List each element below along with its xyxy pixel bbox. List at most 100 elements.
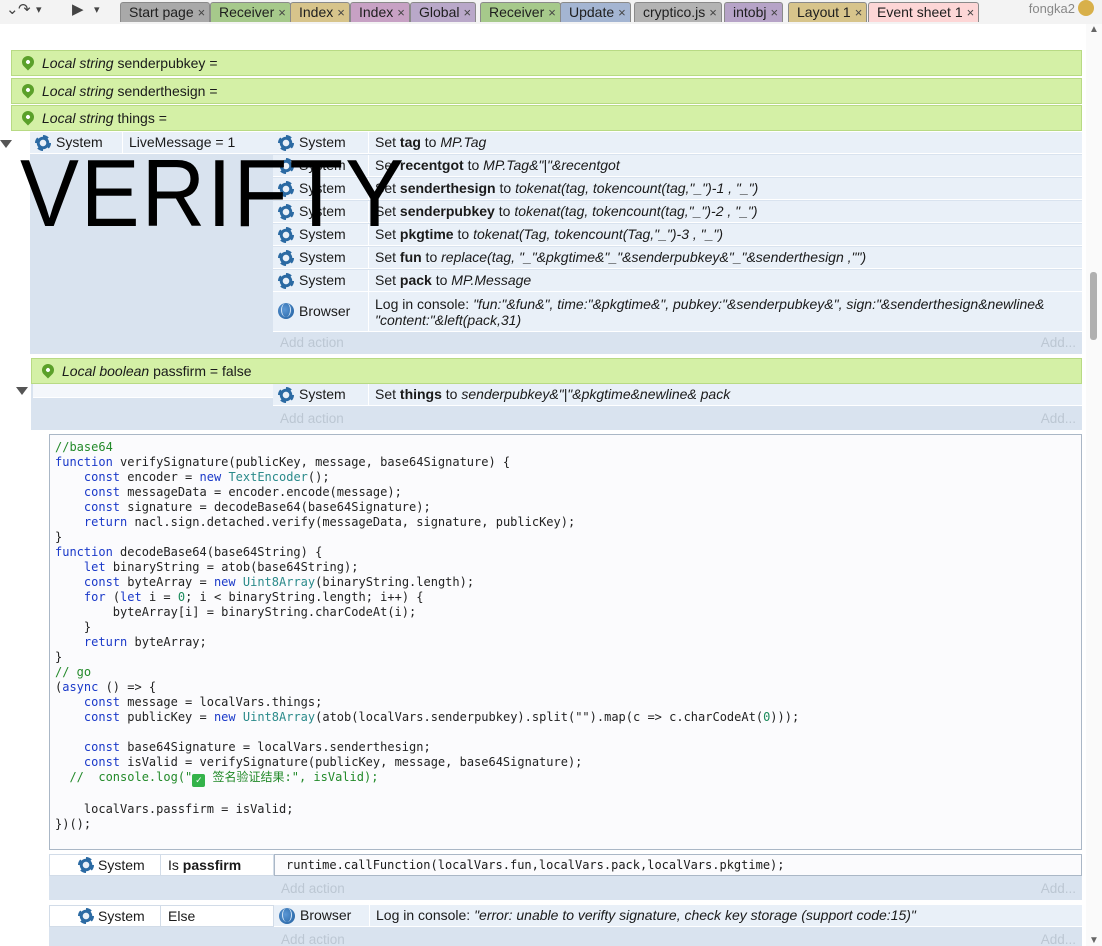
add-more-link[interactable]: Add... (1041, 929, 1076, 946)
event-3[interactable]: System Is passfirm runtime.callFunction(… (49, 854, 1082, 900)
user-account[interactable]: fongka2 (1029, 0, 1094, 20)
tab-10[interactable]: Event sheet 1 × (868, 2, 980, 22)
tab-1[interactable]: Receiver × (210, 2, 291, 22)
tab-2[interactable]: Index × (290, 2, 350, 22)
action-row-log[interactable]: Browser Log in console: "fun:"&fun&", ti… (273, 292, 1082, 332)
add-more-link[interactable]: Add... (1041, 332, 1076, 354)
action-expr-line1: "fun:"&fun&", time:"&pkgtime&", pubkey:"… (473, 296, 1045, 312)
var-value: = (158, 110, 167, 126)
scrollbar-thumb[interactable] (1090, 272, 1097, 340)
code-line: function decodeBase64(base64String) { (55, 545, 323, 559)
scroll-up-icon[interactable]: ▲ (1089, 24, 1099, 35)
script-action-row[interactable]: runtime.callFunction(localVars.fun,local… (274, 854, 1082, 876)
action-target: senderpubkey (399, 203, 495, 219)
tab-9[interactable]: Layout 1 × (788, 2, 868, 22)
preview-dropdown-icon[interactable]: ▾ (94, 0, 100, 22)
gear-icon (278, 387, 294, 403)
pin-icon (39, 361, 57, 379)
pin-icon (19, 81, 37, 99)
close-icon[interactable]: × (709, 5, 717, 20)
globe-icon (278, 303, 294, 319)
local-var-senderthesign[interactable]: Local string senderthesign = (11, 78, 1082, 104)
close-icon[interactable]: × (198, 5, 206, 20)
local-var-senderpubkey[interactable]: Local string senderpubkey = (11, 50, 1082, 76)
tab-6[interactable]: Update × (560, 2, 631, 22)
script-action-code[interactable]: runtime.callFunction(localVars.fun,local… (286, 855, 785, 875)
tab-label: Update (569, 4, 615, 20)
var-kind: Local string (42, 83, 114, 99)
close-icon[interactable]: × (278, 5, 286, 20)
event-sheet-editor: Local string senderpubkey = Local string… (0, 24, 1102, 946)
tab-label: Start page (129, 4, 194, 20)
tab-3[interactable]: Index × (350, 2, 410, 22)
pin-icon (19, 53, 37, 71)
action-object: System (273, 384, 367, 406)
add-action-button[interactable]: Add action Add... (273, 408, 1082, 430)
action-to: to (441, 386, 462, 402)
action-text: Set recentgot to MP.Tag&"|"&recentgot (368, 155, 1082, 177)
action-row-fun[interactable]: System Set fun to replace(tag, "_"&pkgtim… (273, 247, 1082, 269)
close-icon[interactable]: × (967, 5, 975, 20)
script-code[interactable]: //base64 function verifySignature(public… (55, 440, 1081, 832)
close-icon[interactable]: × (855, 5, 863, 20)
redo-icon[interactable]: ↷ (18, 0, 31, 22)
close-icon[interactable]: × (770, 5, 778, 20)
local-var-things[interactable]: Local string things = (11, 105, 1082, 131)
action-text: Log in console: "error: unable to verift… (369, 905, 1082, 927)
collapse-toggle-icon[interactable] (0, 140, 12, 148)
tab-5[interactable]: Receiver × (480, 2, 561, 22)
add-action-button[interactable]: Add action Add... (273, 332, 1082, 354)
avatar (1078, 0, 1094, 16)
event-2-condition[interactable] (33, 384, 273, 398)
action-to: to (420, 134, 441, 150)
event-2[interactable]: System Set things to senderpubkey&"|"&pk… (31, 384, 1082, 430)
tab-7[interactable]: cryptico.js × (634, 2, 722, 22)
add-action-label: Add action (280, 335, 344, 350)
add-action-label: Add action (281, 932, 345, 946)
event-4-condition[interactable]: System Else (49, 905, 274, 927)
close-icon[interactable]: × (548, 5, 556, 20)
chevron-down-icon[interactable]: ▾ (36, 0, 42, 22)
code-line: const messageData = encoder.encode(messa… (83, 485, 402, 499)
tab-0[interactable]: Start page × (120, 2, 211, 22)
event-3-condition[interactable]: System Is passfirm (49, 854, 274, 876)
action-row-error-log[interactable]: Browser Log in console: "error: unable t… (274, 905, 1082, 927)
tab-4[interactable]: Global × (410, 2, 477, 22)
add-action-button[interactable]: Add action Add... (274, 878, 1082, 900)
add-action-label: Add action (280, 411, 344, 426)
close-icon[interactable]: × (618, 5, 626, 20)
play-icon[interactable]: ▶ (72, 0, 84, 22)
object-name: System (299, 249, 346, 265)
action-object: System (273, 270, 367, 292)
local-var-passfirm[interactable]: Local boolean passfirm = false (31, 358, 1082, 384)
add-more-link[interactable]: Add... (1041, 408, 1076, 430)
vertical-scrollbar[interactable]: ▲ ▼ (1086, 24, 1102, 946)
object-name: System (98, 857, 145, 873)
close-icon[interactable]: × (337, 5, 345, 20)
action-row-pack[interactable]: System Set pack to MP.Message (273, 270, 1082, 292)
action-expr-line2: "content:"&left(pack,31) (375, 312, 522, 328)
action-verb: Set (375, 272, 400, 288)
code-line: return nacl.sign.detached.verify(message… (83, 515, 576, 529)
var-kind: Local boolean (62, 363, 150, 379)
object-name: Browser (299, 303, 351, 319)
scroll-down-icon[interactable]: ▼ (1089, 935, 1099, 946)
action-row-things[interactable]: System Set things to senderpubkey&"|"&pk… (273, 384, 1082, 406)
code-line: return byteArray; (83, 635, 207, 649)
var-kind: Local string (42, 55, 114, 71)
add-more-link[interactable]: Add... (1041, 878, 1076, 900)
action-expr: MP.Tag&"|"&recentgot (483, 157, 620, 173)
action-expr: MP.Message (451, 272, 532, 288)
script-block[interactable]: //base64 function verifySignature(public… (49, 434, 1082, 850)
collapse-toggle-icon[interactable] (16, 387, 28, 395)
condition-text: Else (168, 908, 196, 924)
code-line: // console.log(" ✓ 签名验证结果:", isValid); (55, 770, 379, 787)
close-icon[interactable]: × (397, 5, 405, 20)
tab-8[interactable]: intobj × (724, 2, 784, 22)
event-4[interactable]: System Else Browser Log in console: "err… (49, 905, 1082, 946)
code-line: const base64Signature = localVars.sender… (83, 740, 431, 754)
undo-dropdown-icon[interactable]: ⌄ (6, 0, 19, 22)
action-object: System (273, 247, 367, 269)
add-action-button[interactable]: Add action Add... (274, 929, 1082, 946)
close-icon[interactable]: × (463, 5, 471, 20)
